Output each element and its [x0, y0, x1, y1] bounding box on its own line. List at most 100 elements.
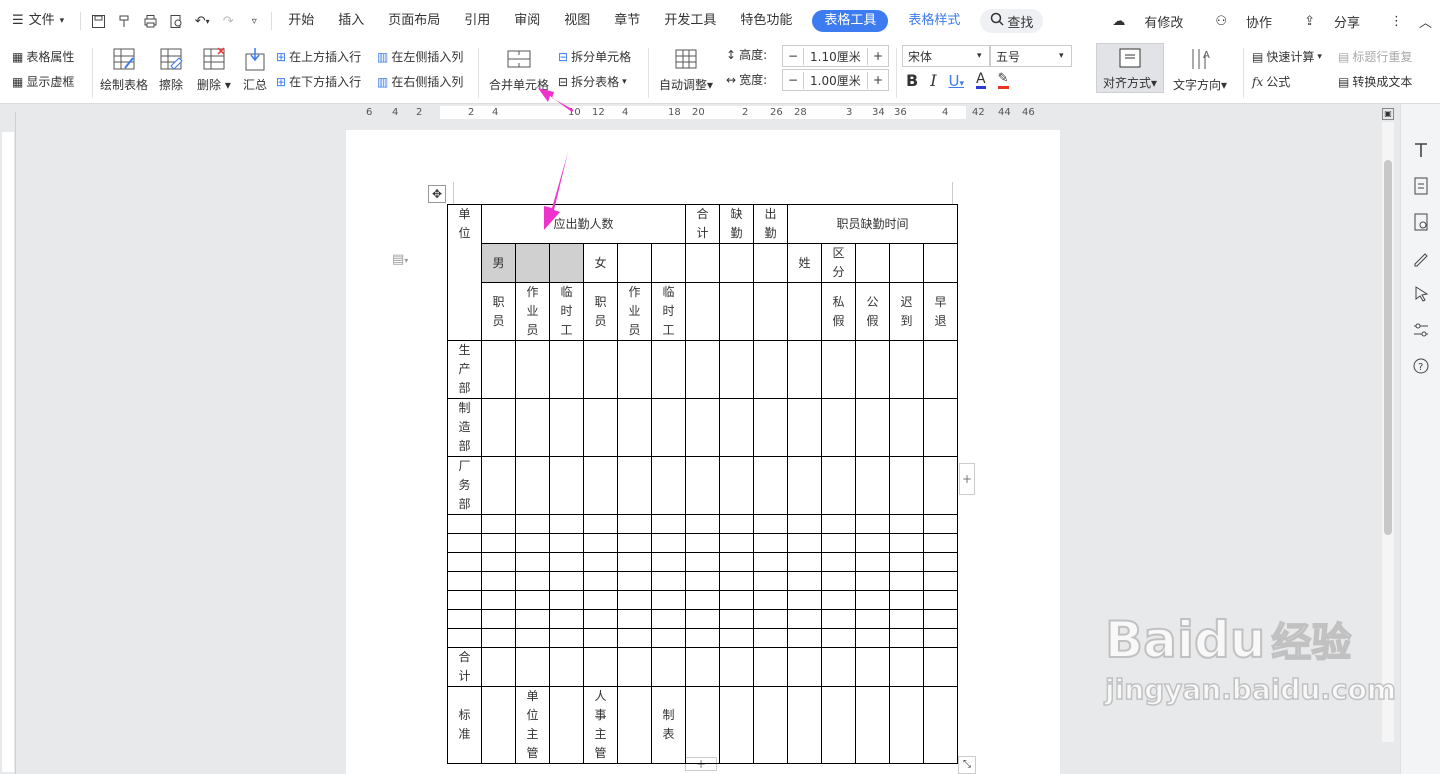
cell-selected[interactable]: [549, 243, 584, 283]
auto-fit-button[interactable]: 自动调整▾: [659, 46, 713, 93]
print-icon[interactable]: [139, 10, 161, 32]
cell[interactable]: [617, 686, 652, 764]
cell[interactable]: [583, 514, 618, 534]
cell[interactable]: [923, 340, 958, 399]
cell[interactable]: [719, 686, 754, 764]
table-props-button[interactable]: ▦ 表格属性: [12, 48, 74, 65]
underline-icon[interactable]: U▾: [949, 72, 965, 90]
cell[interactable]: [549, 571, 584, 591]
cell[interactable]: [889, 590, 924, 610]
tab-table-tools[interactable]: 表格工具: [812, 10, 889, 32]
cell-dept-factory[interactable]: 厂务部: [447, 456, 482, 515]
cell[interactable]: [855, 514, 890, 534]
cell[interactable]: [753, 609, 788, 629]
cell[interactable]: [481, 628, 516, 648]
cell[interactable]: [651, 647, 686, 687]
cell[interactable]: [481, 398, 516, 457]
cell[interactable]: [617, 590, 652, 610]
cell[interactable]: [821, 514, 856, 534]
tab-review[interactable]: 审阅: [502, 0, 552, 42]
cell[interactable]: [549, 533, 584, 553]
cell[interactable]: [617, 514, 652, 534]
save-icon[interactable]: [87, 10, 109, 32]
cell[interactable]: [651, 571, 686, 591]
ruler-toggle-icon[interactable]: ▣: [1382, 108, 1394, 120]
cell[interactable]: [787, 647, 822, 687]
cell[interactable]: [821, 456, 856, 515]
pen-icon[interactable]: [1411, 248, 1431, 268]
cell[interactable]: [583, 628, 618, 648]
cell-standard[interactable]: 标准: [447, 686, 482, 764]
cell[interactable]: [685, 647, 720, 687]
cell-public-leave[interactable]: 公假: [855, 282, 890, 341]
cell-selected[interactable]: [515, 243, 550, 283]
insert-row-above-button[interactable]: ⊞ 在上方插入行: [276, 48, 361, 65]
text-icon[interactable]: [1411, 140, 1431, 160]
cell[interactable]: [719, 243, 754, 283]
cell[interactable]: [515, 340, 550, 399]
cell[interactable]: [787, 340, 822, 399]
cell-worker[interactable]: 作业员: [515, 282, 550, 341]
cell[interactable]: [753, 282, 788, 341]
tab-start[interactable]: 开始: [276, 0, 326, 42]
cell[interactable]: [753, 628, 788, 648]
cell[interactable]: [549, 514, 584, 534]
cell-male[interactable]: 男: [481, 243, 516, 283]
cell[interactable]: [617, 456, 652, 515]
tab-table-style[interactable]: 表格样式: [896, 0, 972, 42]
cell[interactable]: [447, 514, 482, 534]
minus-icon[interactable]: −: [783, 49, 803, 63]
cell[interactable]: [481, 340, 516, 399]
resize-table-icon[interactable]: ⤡: [958, 756, 976, 774]
cell[interactable]: [481, 571, 516, 591]
cell[interactable]: [753, 647, 788, 687]
cell[interactable]: [787, 571, 822, 591]
cell[interactable]: [855, 628, 890, 648]
more-icon[interactable]: ⋮: [1390, 14, 1403, 29]
cell[interactable]: [685, 533, 720, 553]
cell[interactable]: [651, 456, 686, 515]
cell[interactable]: [685, 628, 720, 648]
print-preview-icon[interactable]: [165, 10, 187, 32]
text-direction-button[interactable]: A 文字方向▾: [1173, 46, 1227, 93]
cell-worker[interactable]: 作业员: [617, 282, 652, 341]
cell[interactable]: [855, 571, 890, 591]
cell[interactable]: [787, 456, 822, 515]
cell-early[interactable]: 早退: [923, 282, 958, 341]
cell[interactable]: [719, 514, 754, 534]
scroll-thumb[interactable]: [1384, 160, 1392, 535]
cell[interactable]: [447, 609, 482, 629]
insert-row-below-button[interactable]: ⊞ 在下方插入行: [276, 73, 361, 90]
cell[interactable]: [753, 552, 788, 572]
cell[interactable]: [923, 590, 958, 610]
cell-name[interactable]: 姓: [787, 243, 822, 283]
cell[interactable]: [719, 456, 754, 515]
cell[interactable]: [617, 609, 652, 629]
cell[interactable]: [821, 571, 856, 591]
cell-temp[interactable]: 临时工: [651, 282, 686, 341]
plus-icon[interactable]: +: [868, 73, 888, 87]
cell[interactable]: [821, 686, 856, 764]
cell[interactable]: [617, 571, 652, 591]
cell[interactable]: [889, 609, 924, 629]
cell-dept-mfg[interactable]: 制造部: [447, 398, 482, 457]
cell[interactable]: [447, 590, 482, 610]
erase-button[interactable]: 擦除: [158, 46, 184, 93]
cell[interactable]: [651, 590, 686, 610]
cell[interactable]: [753, 533, 788, 553]
cell[interactable]: [787, 282, 822, 341]
cell-category[interactable]: 区分: [821, 243, 856, 283]
cell[interactable]: [481, 456, 516, 515]
cell[interactable]: [685, 552, 720, 572]
cell[interactable]: [481, 686, 516, 764]
cell-staff[interactable]: 职员: [481, 282, 516, 341]
cell[interactable]: [855, 340, 890, 399]
convert-to-text-button[interactable]: ▤ 转换成文本: [1338, 73, 1412, 90]
cell[interactable]: [923, 243, 958, 283]
split-cells-button[interactable]: ⊟ 拆分单元格: [558, 48, 631, 65]
cell[interactable]: [583, 609, 618, 629]
cell[interactable]: [447, 533, 482, 553]
cell-unit[interactable]: 单位: [447, 204, 482, 341]
undo-icon[interactable]: ↶ ▾: [191, 10, 213, 32]
cell[interactable]: [753, 340, 788, 399]
